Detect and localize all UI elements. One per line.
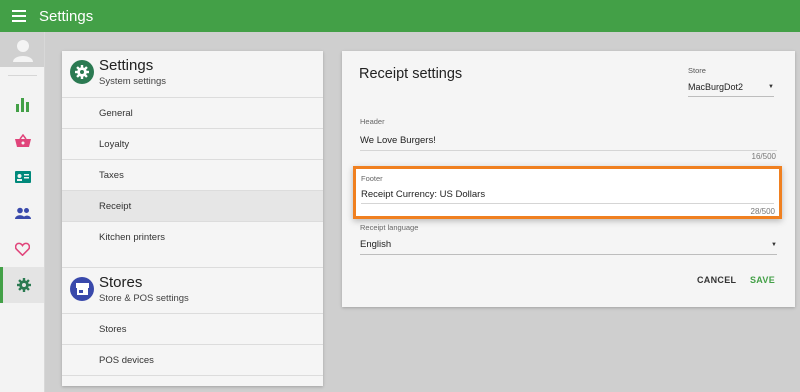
avatar[interactable] [0, 32, 45, 67]
settings-group-icon [70, 60, 94, 84]
nav-list-end [62, 375, 323, 386]
nav-item-pos-devices[interactable]: POS devices [62, 344, 323, 375]
footer-field[interactable]: Receipt Currency: US Dollars [361, 186, 774, 204]
store-select-value: MacBurgDot2 [688, 81, 744, 92]
save-button[interactable]: SAVE [750, 275, 775, 285]
store-select[interactable]: MacBurgDot2 ▼ [688, 77, 774, 97]
header-field[interactable]: We Love Burgers! [360, 131, 777, 151]
rail-item-catalog[interactable] [0, 159, 45, 195]
storefront-icon [75, 283, 89, 295]
receipt-language-value: English [360, 239, 392, 250]
hamburger-menu-icon [12, 10, 26, 22]
footer-field-highlight: Footer Receipt Currency: US Dollars 28/5… [353, 166, 782, 219]
receipt-language-label: Receipt language [360, 223, 419, 232]
settings-group-title: Settings [99, 57, 154, 74]
nav-item-receipt[interactable]: Receipt [62, 190, 323, 221]
stores-group-header: Stores Store & POS settings [62, 267, 323, 313]
nav-item-kitchen-printers[interactable]: Kitchen printers [62, 221, 323, 252]
contact-card-icon [14, 171, 31, 183]
store-select-label: Store [688, 66, 706, 75]
app-title: Settings [39, 7, 94, 25]
nav-item-taxes[interactable]: Taxes [62, 159, 323, 190]
settings-group-subtitle: System settings [99, 76, 167, 87]
settings-group-header: Settings System settings [62, 51, 323, 97]
gear-icon [75, 65, 89, 79]
basket-icon [14, 134, 31, 147]
rail-divider [8, 75, 37, 76]
rail-item-reports[interactable] [0, 87, 45, 123]
settings-nav-panel: Settings System settings General Loyalty… [62, 51, 323, 386]
receipt-language-select[interactable]: English ▼ [360, 235, 777, 255]
rail-item-settings[interactable] [0, 267, 45, 303]
cancel-button[interactable]: CANCEL [697, 275, 736, 285]
app-bar: Settings [0, 0, 800, 32]
heart-icon [15, 242, 30, 256]
gear-icon [17, 278, 31, 292]
footer-field-label: Footer [361, 174, 383, 183]
stores-group-icon [70, 277, 94, 301]
user-avatar-icon [12, 39, 33, 62]
rail-item-employees[interactable] [0, 195, 45, 231]
people-icon [14, 207, 31, 219]
dropdown-caret-icon: ▼ [771, 241, 777, 248]
page-title: Receipt settings [359, 66, 463, 82]
bar-chart-icon [15, 98, 29, 112]
header-field-label: Header [360, 117, 385, 126]
header-char-counter: 16/500 [751, 152, 776, 161]
stores-group-subtitle: Store & POS settings [99, 293, 189, 304]
dropdown-caret-icon: ▼ [768, 83, 774, 90]
stores-group-title: Stores [99, 274, 143, 291]
footer-char-counter: 28/500 [750, 207, 775, 216]
rail-item-customers[interactable] [0, 231, 45, 267]
nav-item-stores[interactable]: Stores [62, 313, 323, 344]
menu-button[interactable] [0, 0, 38, 32]
rail-item-sales[interactable] [0, 123, 45, 159]
rail-border [44, 32, 45, 392]
nav-rail [0, 32, 45, 392]
nav-item-loyalty[interactable]: Loyalty [62, 128, 323, 159]
nav-item-general[interactable]: General [62, 97, 323, 128]
